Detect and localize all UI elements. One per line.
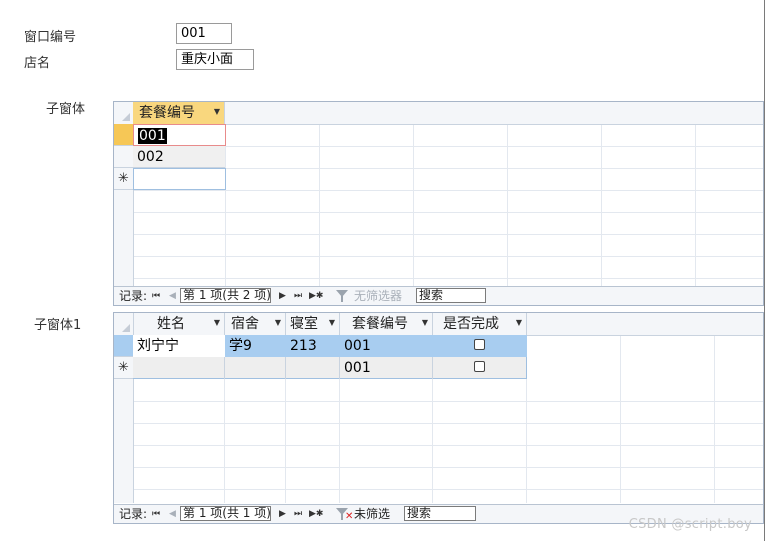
current-record-field[interactable]: 第 1 项(共 1 项) bbox=[180, 506, 271, 521]
row-selector[interactable] bbox=[114, 124, 133, 146]
new-record-icon[interactable]: ▶✱ bbox=[309, 505, 323, 523]
row-selector[interactable] bbox=[114, 146, 133, 168]
dropdown-arrow-icon[interactable]: ▼ bbox=[214, 102, 220, 122]
dropdown-arrow-icon[interactable]: ▼ bbox=[329, 313, 335, 333]
remove-filter-icon: ✕ bbox=[345, 511, 354, 522]
name-cell[interactable]: 刘宁宁 bbox=[133, 335, 225, 357]
table-row[interactable]: 刘宁宁 学9 213 001 bbox=[133, 335, 527, 357]
column-header-done[interactable]: 是否完成 ▼ bbox=[433, 313, 527, 335]
subform1-datasheet: 套餐编号 ▼ 001 002 ✳ 记录: ⏮ ◀ 第 1 项(共 2 项) ▶ … bbox=[113, 101, 764, 306]
dorm-cell[interactable]: 学9 bbox=[225, 335, 286, 357]
window-number-field[interactable]: 001 bbox=[176, 23, 232, 44]
column-header-set-code[interactable]: 套餐编号 ▼ bbox=[133, 102, 225, 124]
search-input[interactable]: 搜索 bbox=[404, 506, 476, 521]
window-right-border bbox=[764, 0, 765, 541]
first-record-icon[interactable]: ⏮ bbox=[152, 287, 160, 305]
previous-record-icon[interactable]: ◀ bbox=[169, 287, 176, 305]
column-header-label: 寝室 bbox=[290, 316, 318, 332]
column-header-room[interactable]: 寝室 ▼ bbox=[286, 313, 340, 335]
record-navigation-bar: 记录: ⏮ ◀ 第 1 项(共 2 项) ▶ ⏭ ▶✱ 无筛选器 搜索 bbox=[114, 286, 763, 305]
done-checkbox[interactable] bbox=[474, 361, 485, 372]
new-record-marker: ✳ bbox=[114, 168, 133, 190]
window-number-label: 窗口编号 bbox=[24, 30, 77, 45]
next-record-icon[interactable]: ▶ bbox=[279, 505, 286, 523]
new-record-marker: ✳ bbox=[114, 357, 133, 379]
filter-button[interactable]: 未筛选 bbox=[354, 505, 390, 523]
set-code-cell[interactable]: 001 bbox=[340, 335, 433, 357]
last-record-icon[interactable]: ⏭ bbox=[294, 505, 302, 523]
done-checkbox[interactable] bbox=[474, 339, 485, 350]
record-label: 记录: bbox=[119, 507, 148, 521]
watermark: CSDN @script.boy bbox=[628, 517, 752, 532]
new-record-icon[interactable]: ▶✱ bbox=[309, 287, 323, 305]
select-all-corner[interactable] bbox=[114, 313, 134, 335]
column-header-label: 套餐编号 bbox=[352, 316, 408, 332]
table-row[interactable]: 001 bbox=[133, 124, 226, 146]
record-label: 记录: bbox=[119, 289, 148, 303]
subform1-label: 子窗体 bbox=[46, 102, 86, 117]
dropdown-arrow-icon[interactable]: ▼ bbox=[214, 313, 220, 333]
column-header-set-code[interactable]: 套餐编号 ▼ bbox=[340, 313, 433, 335]
set-code-cell[interactable]: 001 bbox=[138, 128, 167, 144]
dropdown-arrow-icon[interactable]: ▼ bbox=[275, 313, 281, 333]
column-header-label: 宿舍 bbox=[231, 316, 259, 332]
dropdown-arrow-icon[interactable]: ▼ bbox=[422, 313, 428, 333]
set-code-cell[interactable]: 001 bbox=[340, 357, 433, 379]
search-input[interactable]: 搜索 bbox=[416, 288, 486, 303]
set-code-cell[interactable]: 002 bbox=[133, 146, 225, 168]
subform2-label: 子窗体1 bbox=[34, 318, 82, 333]
column-header-label: 姓名 bbox=[157, 316, 185, 332]
store-name-label: 店名 bbox=[24, 56, 51, 71]
filter-icon bbox=[336, 290, 348, 302]
last-record-icon[interactable]: ⏭ bbox=[294, 287, 302, 305]
column-header-name[interactable]: 姓名 ▼ bbox=[133, 313, 225, 335]
select-all-corner[interactable] bbox=[114, 102, 134, 124]
previous-record-icon[interactable]: ◀ bbox=[169, 505, 176, 523]
current-record-field[interactable]: 第 1 项(共 2 项) bbox=[180, 288, 271, 303]
column-header-dorm[interactable]: 宿舍 ▼ bbox=[225, 313, 286, 335]
filter-button[interactable]: 无筛选器 bbox=[354, 287, 402, 305]
column-header-label: 是否完成 bbox=[443, 316, 499, 332]
dropdown-arrow-icon[interactable]: ▼ bbox=[516, 313, 522, 333]
new-record-cell[interactable] bbox=[133, 168, 226, 190]
new-record-row[interactable]: 001 bbox=[133, 357, 527, 379]
store-name-field[interactable]: 重庆小面 bbox=[176, 49, 254, 70]
subform2-datasheet: 姓名 ▼ 宿舍 ▼ 寝室 ▼ 套餐编号 ▼ 是否完成 ▼ 刘宁宁 学9 213 … bbox=[113, 312, 764, 524]
first-record-icon[interactable]: ⏮ bbox=[152, 505, 160, 523]
room-cell[interactable]: 213 bbox=[286, 335, 340, 357]
column-header-label: 套餐编号 bbox=[139, 105, 195, 121]
next-record-icon[interactable]: ▶ bbox=[279, 287, 286, 305]
row-selector[interactable] bbox=[114, 335, 133, 357]
